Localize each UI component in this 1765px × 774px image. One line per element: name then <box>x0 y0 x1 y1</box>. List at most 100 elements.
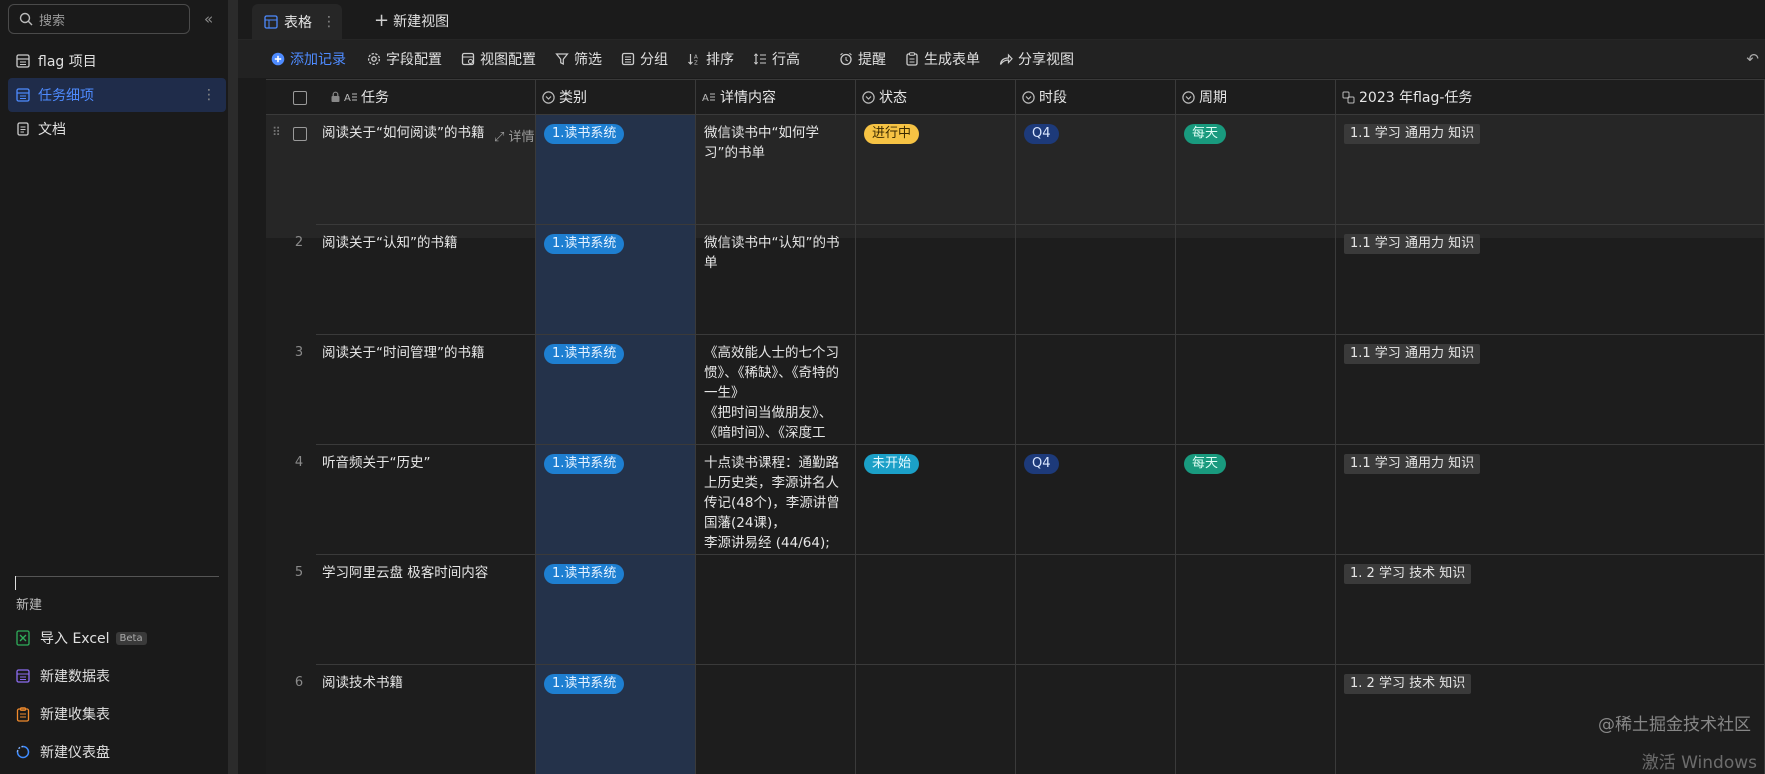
column-header-status[interactable]: 状态 <box>856 79 1016 115</box>
tab-table[interactable]: 表格 ⋮ <box>252 4 342 40</box>
add-record-button[interactable]: 添加记录 <box>271 49 346 69</box>
column-header-category[interactable]: 类别 <box>536 79 696 115</box>
sidebar-item-flag-project[interactable]: flag 项目 <box>8 44 226 78</box>
new-section-label: 新建 <box>16 598 43 613</box>
row-height-icon <box>753 53 766 65</box>
select-all-checkbox[interactable] <box>293 91 307 105</box>
cell-category[interactable]: 1.读书系统 <box>536 225 696 335</box>
column-header-flag-task[interactable]: 2023 年flag-任务 <box>1336 79 1765 115</box>
cell-category[interactable]: 1.读书系统 <box>536 445 696 555</box>
group-label: 分组 <box>640 52 668 68</box>
single-select-icon <box>1022 90 1035 104</box>
cell-task[interactable]: 阅读技术书籍 <box>316 665 536 774</box>
share-view-button[interactable]: 分享视图 <box>999 49 1074 69</box>
column-header-cycle[interactable]: 周期 <box>1176 79 1336 115</box>
cell-cycle[interactable]: 每天 <box>1176 115 1336 225</box>
search-icon <box>19 12 33 26</box>
text-field-icon: A <box>702 93 715 103</box>
task-text: 阅读关于“认知”的书籍 <box>322 235 458 251</box>
cell-period[interactable]: Q4 <box>1016 445 1176 555</box>
more-options-icon[interactable]: ⋮ <box>202 87 216 103</box>
category-tag: 1.读书系统 <box>544 124 625 144</box>
cell-category[interactable]: 1.读书系统 <box>536 665 696 774</box>
single-select-icon <box>542 90 555 104</box>
more-options-icon[interactable]: ⋮ <box>322 14 336 30</box>
cell-flag[interactable]: 1.1 学习 通用力 知识 <box>1336 115 1765 225</box>
sidebar-item-label: 任务细项 <box>38 88 94 104</box>
search-input[interactable]: 搜索 <box>8 4 190 34</box>
undo-icon[interactable]: ↶ <box>1746 50 1759 68</box>
cell-task[interactable]: 听音频关于“历史” <box>316 445 536 555</box>
cell-period[interactable] <box>1016 225 1176 335</box>
expand-detail-link[interactable]: ⤢ 详情 <box>494 128 535 148</box>
cell-detail[interactable]: 十点读书课程：通勤路上历史类，李源讲名人传记(48个)，李源讲曾国藩(24课)，… <box>696 445 856 555</box>
cell-cycle[interactable] <box>1176 335 1336 445</box>
cell-category[interactable]: 1.读书系统 <box>536 555 696 665</box>
cell-cycle[interactable]: 每天 <box>1176 445 1336 555</box>
cell-flag[interactable]: 1.1 学习 通用力 知识 <box>1336 445 1765 555</box>
plus-circle-icon <box>271 52 285 66</box>
drag-handle-icon[interactable]: ⠿ <box>272 125 281 139</box>
form-icon <box>16 706 30 722</box>
sidebar-item-document[interactable]: 文档 <box>8 112 226 146</box>
cell-detail[interactable]: 微信读书中“如何学习”的书单 <box>696 115 856 225</box>
cell-task[interactable]: 阅读关于“如何阅读”的书籍⤢ 详情+ <box>316 115 536 225</box>
cell-detail[interactable]: 《高效能人士的七个习惯》、《稀缺》、《奇特的一生》 《把时间当做朋友》、《暗时间… <box>696 335 856 445</box>
column-header-detail[interactable]: A 详情内容 <box>696 79 856 115</box>
filter-button[interactable]: 筛选 <box>555 49 602 69</box>
cell-status[interactable] <box>856 665 1016 774</box>
cell-task[interactable]: 阅读关于“认知”的书籍 <box>316 225 536 335</box>
new-view-button[interactable]: + 新建视图 <box>374 10 449 31</box>
cell-status[interactable]: 未开始 <box>856 445 1016 555</box>
cell-category[interactable]: 1.读书系统 <box>536 335 696 445</box>
cell-period[interactable] <box>1016 335 1176 445</box>
cell-period[interactable] <box>1016 555 1176 665</box>
cell-detail[interactable] <box>696 665 856 774</box>
sidebar-item-task-detail[interactable]: 任务细项 ⋮ <box>8 78 226 112</box>
column-header-period[interactable]: 时段 <box>1016 79 1176 115</box>
sidebar-resizer[interactable] <box>228 0 238 774</box>
cell-category[interactable]: 1.读书系统 <box>536 115 696 225</box>
add-record-label: 添加记录 <box>290 52 346 68</box>
cell-period[interactable] <box>1016 665 1176 774</box>
view-config-icon <box>461 52 475 66</box>
cell-status[interactable] <box>856 335 1016 445</box>
row-height-button[interactable]: 行高 <box>753 49 800 69</box>
cell-status[interactable]: 进行中 <box>856 115 1016 225</box>
column-header-task[interactable]: A 任务 <box>266 79 536 115</box>
cell-flag[interactable]: 1. 2 学习 技术 知识 <box>1336 555 1765 665</box>
view-config-button[interactable]: 视图配置 <box>461 49 536 69</box>
cell-detail[interactable]: 微信读书中“认知”的书单 <box>696 225 856 335</box>
cell-detail[interactable] <box>696 555 856 665</box>
group-button[interactable]: 分组 <box>621 49 668 69</box>
remind-button[interactable]: 提醒 <box>839 49 886 69</box>
cell-task[interactable]: 学习阿里云盘 极客时间内容 <box>316 555 536 665</box>
status-tag: 未开始 <box>864 454 920 474</box>
datasheet-icon <box>16 669 30 683</box>
import-excel-button[interactable]: 导入 Excel Beta <box>16 624 147 652</box>
cell-cycle[interactable] <box>1176 225 1336 335</box>
category-tag: 1.读书系统 <box>544 674 625 694</box>
field-config-button[interactable]: 字段配置 <box>367 49 442 69</box>
generate-form-button[interactable]: 生成表单 <box>905 49 980 69</box>
sort-button[interactable]: AZ 排序 <box>687 49 734 69</box>
dashboard-icon <box>16 745 30 759</box>
data-table: A 任务 类别 A 详情内容 状态 时段 周期 2023 年flag-任务 ⠿ 阅… <box>266 79 1765 774</box>
sidebar-item-label: 文档 <box>38 122 66 138</box>
cell-status[interactable] <box>856 225 1016 335</box>
new-form-button[interactable]: 新建收集表 <box>16 700 110 728</box>
cell-cycle[interactable] <box>1176 555 1336 665</box>
detail-text: 十点读书课程：通勤路上历史类，李源讲名人传记(48个)，李源讲曾国藩(24课)，… <box>704 455 840 551</box>
column-title: 周期 <box>1199 90 1227 106</box>
cell-flag[interactable]: 1.1 学习 通用力 知识 <box>1336 225 1765 335</box>
row-checkbox[interactable] <box>293 127 307 141</box>
cell-period[interactable]: Q4 <box>1016 115 1176 225</box>
cell-task[interactable]: 阅读关于“时间管理”的书籍 <box>316 335 536 445</box>
cell-flag[interactable]: 1.1 学习 通用力 知识 <box>1336 335 1765 445</box>
cell-status[interactable] <box>856 555 1016 665</box>
cell-cycle[interactable] <box>1176 665 1336 774</box>
task-text: 学习阿里云盘 极客时间内容 <box>322 565 489 581</box>
collapse-sidebar-icon[interactable]: « <box>204 10 213 28</box>
new-datasheet-button[interactable]: 新建数据表 <box>16 662 110 690</box>
new-dashboard-button[interactable]: 新建仪表盘 <box>16 738 110 766</box>
